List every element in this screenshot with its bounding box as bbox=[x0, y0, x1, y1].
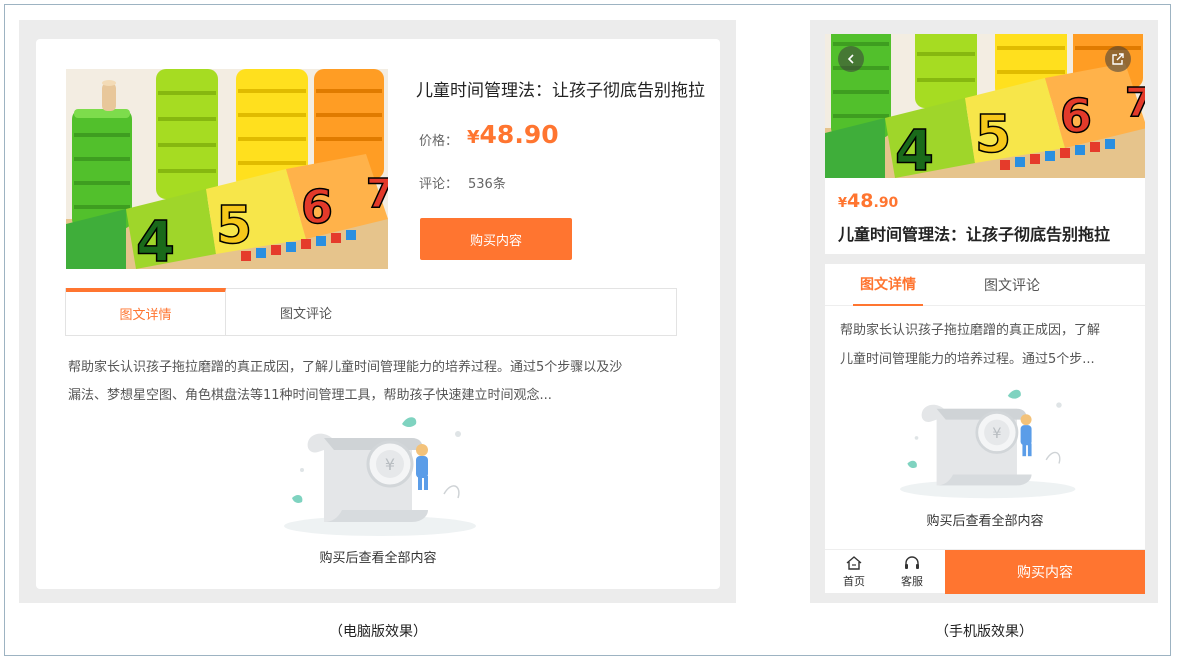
tab-bar: 图文详情 图文评论 bbox=[65, 288, 677, 336]
description-line: 儿童时间管理能力的培养过程。通过5个步... bbox=[840, 352, 1095, 367]
cover-number: 7 bbox=[366, 171, 388, 217]
nav-service[interactable]: 客服 bbox=[883, 550, 941, 594]
comment-count[interactable]: 536条 bbox=[468, 173, 506, 192]
product-title: 儿童时间管理法：让孩子彻底告别拖拉 bbox=[416, 81, 705, 101]
buy-button[interactable]: 购买内容 bbox=[420, 218, 572, 260]
nav-home[interactable]: 首页 bbox=[825, 550, 883, 594]
locked-scroll-illustration bbox=[880, 380, 1090, 505]
mobile-bottom-bar: 首页 客服 购买内容 bbox=[825, 549, 1145, 594]
tab-details[interactable]: 图文详情 bbox=[66, 288, 226, 335]
mobile-tab-comments[interactable]: 图文评论 bbox=[977, 264, 1047, 306]
mobile-cover-image: 4 5 6 7 bbox=[825, 34, 1145, 178]
cover-number: 7 bbox=[1125, 80, 1145, 126]
cover-number: 6 bbox=[301, 180, 333, 234]
description-line: 帮助家长认识孩子拖拉磨蹭的真正成因，了解 bbox=[840, 323, 1101, 338]
cover-number: 6 bbox=[1060, 89, 1092, 143]
mobile-product-description: 帮助家长认识孩子拖拉磨蹭的真正成因，了解 儿童时间管理能力的培养过程。通过5个步… bbox=[840, 316, 1132, 374]
nav-service-label: 客服 bbox=[901, 575, 923, 588]
tab-bar-border bbox=[386, 288, 676, 289]
mobile-tab-details[interactable]: 图文详情 bbox=[853, 264, 923, 306]
product-cover-image: 4 5 6 7 bbox=[66, 69, 388, 269]
mobile-tab-bar: 图文详情 图文评论 bbox=[825, 264, 1145, 306]
mobile-locked-content-text: 购买后查看全部内容 bbox=[926, 514, 1044, 529]
desktop-caption: （电脑版效果） bbox=[329, 624, 427, 640]
product-price: ¥48.90 bbox=[467, 120, 559, 149]
home-icon bbox=[846, 556, 862, 570]
cover-number: 4 bbox=[895, 119, 934, 178]
description-line: 帮助家长认识孩子拖拉磨蹭的真正成因，了解儿童时间管理能力的培养过程。通过5个步骤… bbox=[68, 360, 623, 375]
cover-number: 5 bbox=[216, 196, 252, 256]
mobile-caption: （手机版效果） bbox=[935, 624, 1033, 640]
cover-number: 4 bbox=[136, 210, 175, 269]
mobile-product-price: ¥48.90 bbox=[838, 190, 898, 212]
price-decimal: .90 bbox=[873, 195, 899, 211]
nav-home-label: 首页 bbox=[843, 575, 865, 588]
cover-number: 5 bbox=[975, 105, 1011, 165]
headset-icon bbox=[905, 556, 919, 569]
tab-comments[interactable]: 图文评论 bbox=[226, 288, 386, 335]
share-icon[interactable] bbox=[1105, 46, 1131, 72]
price-currency: ¥ bbox=[467, 127, 480, 148]
mobile-buy-button[interactable]: 购买内容 bbox=[945, 550, 1145, 594]
mobile-product-title: 儿童时间管理法：让孩子彻底告别拖拉 bbox=[838, 225, 1111, 244]
chevron-left-icon[interactable] bbox=[838, 46, 864, 72]
product-description: 帮助家长认识孩子拖拉磨蹭的真正成因，了解儿童时间管理能力的培养过程。通过5个步骤… bbox=[68, 354, 678, 410]
price-label: 价格： bbox=[419, 134, 459, 149]
description-line: 漏法、梦想星空图、角色棋盘法等11种时间管理工具，帮助孩子快速建立时间观念... bbox=[68, 388, 552, 403]
locked-scroll-illustration bbox=[262, 410, 492, 540]
price-value: 48.90 bbox=[479, 120, 559, 149]
price-currency: ¥ bbox=[838, 196, 848, 211]
price-integer: 48 bbox=[847, 190, 874, 212]
locked-content-text: 购买后查看全部内容 bbox=[319, 551, 437, 566]
comment-label: 评论： bbox=[419, 177, 459, 192]
